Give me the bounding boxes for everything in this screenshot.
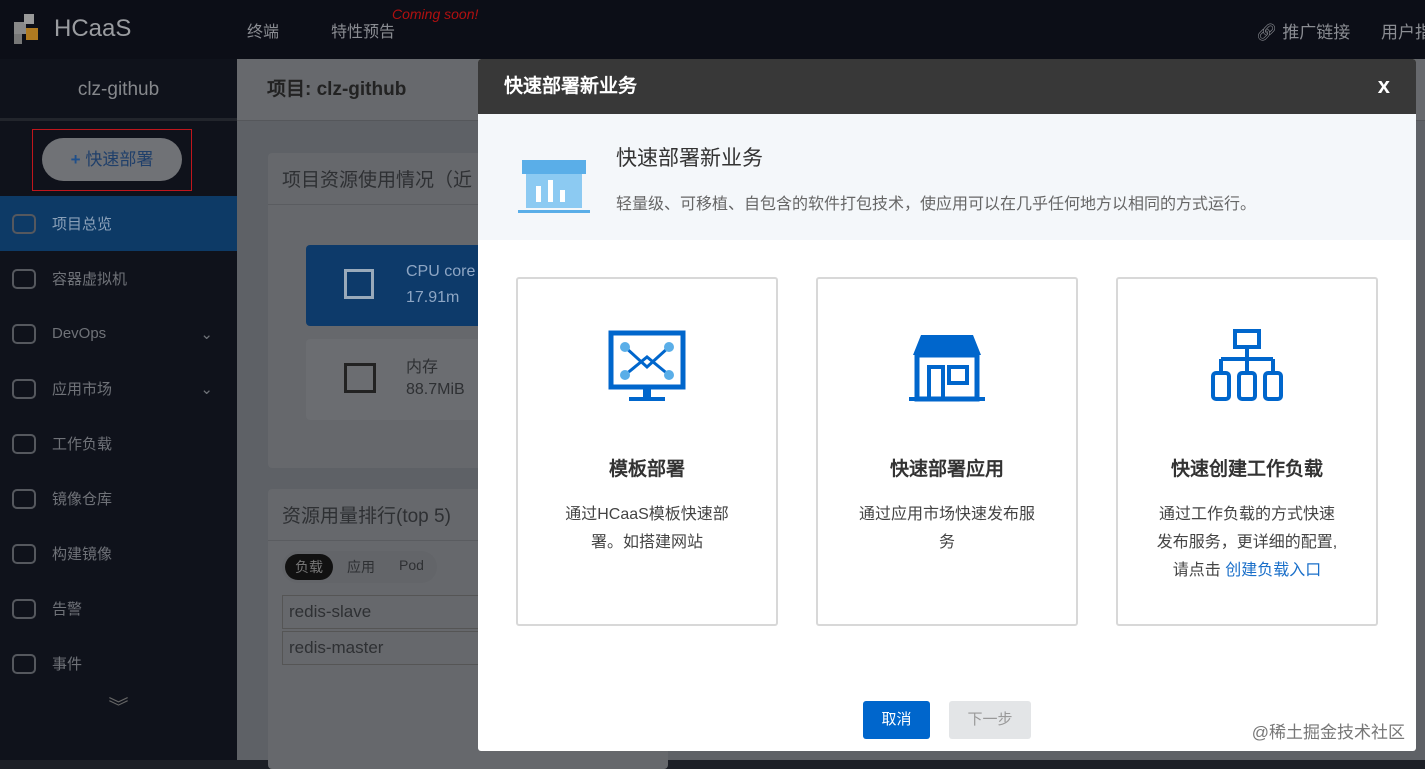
cube-icon [12, 378, 36, 399]
expand-more-icon[interactable]: ︾ [0, 691, 237, 720]
promo-link-label: 推广链接 [1282, 23, 1351, 42]
sidebar-item-events[interactable]: 事件 [0, 636, 237, 691]
sidebar-item-overview[interactable]: 项目总览 [0, 196, 237, 251]
option-description: 通过HCaaS模板快速部署。如搭建网站 [565, 506, 729, 551]
cloud-icon [12, 268, 36, 289]
sidebar-item-registry[interactable]: 镜像仓库 [0, 471, 237, 526]
sidebar-item-label: 工作负载 [52, 436, 113, 453]
promo-link[interactable]: 🔗︎ 推广链接 [1256, 18, 1350, 43]
cancel-button[interactable]: 取消 [863, 701, 930, 739]
cpu-value: 17.91m [406, 289, 460, 306]
sidebar-item-label: 容器虚拟机 [52, 271, 128, 288]
cube-icon [12, 323, 36, 344]
nav-feature-preview[interactable]: 特性预告 [331, 18, 395, 42]
ranking-tabs: 负载 应用 Pod [282, 551, 437, 583]
bolt-icon [12, 598, 36, 619]
template-monitor-icon [608, 330, 686, 401]
brand-name: HCaaS [54, 15, 132, 42]
sidebar-item-label: 构建镜像 [52, 546, 113, 563]
intro-description: 轻量级、可移植、自包含的软件打包技术，使应用可以在几乎任何地方以相同的方式运行。 [616, 196, 1257, 213]
quick-deploy-modal: 快速部署新业务 x 快速部署新业务 轻量级、可移植、自包含的软件打包技术，使应用… [478, 59, 1416, 751]
sidebar-item-label: 项目总览 [52, 216, 113, 233]
cpu-label: CPU core [406, 263, 476, 280]
list-icon [12, 653, 36, 674]
chevron-down-icon: ⌄ [200, 325, 213, 343]
option-title: 模板部署 [608, 459, 685, 480]
sidebar-item-build-image[interactable]: 构建镜像 [0, 526, 237, 581]
chevron-down-icon: ⌄ [200, 380, 213, 398]
logo-cubes-icon [14, 14, 38, 44]
tab-pod[interactable]: Pod [389, 554, 434, 580]
modal-title: 快速部署新业务 [478, 59, 1416, 114]
option-template-deploy[interactable]: 模板部署 通过HCaaS模板快速部署。如搭建网站 [516, 277, 778, 626]
hierarchy-icon [1211, 329, 1283, 401]
logo[interactable]: HCaaS [10, 12, 131, 46]
percent-icon [12, 543, 36, 564]
sidebar-item-label: 告警 [52, 601, 83, 618]
sidebar-item-alerts[interactable]: 告警 [0, 581, 237, 636]
intro-title: 快速部署新业务 [616, 147, 763, 170]
option-title: 快速创建工作负载 [1170, 459, 1323, 480]
user-guide-link[interactable]: 用户指 [1381, 18, 1425, 43]
modal-intro: 快速部署新业务 轻量级、可移植、自包含的软件打包技术，使应用可以在几乎任何地方以… [478, 114, 1416, 240]
option-description: 通过工作负载的方式快速发布服务，更详细的配置,请点击 创建负载入口 [1152, 501, 1342, 585]
memory-icon [344, 363, 376, 393]
tab-app[interactable]: 应用 [337, 554, 385, 580]
sidebar-item-vm[interactable]: 容器虚拟机 [0, 251, 237, 306]
quick-deploy-button[interactable]: + 快速部署 [42, 138, 182, 181]
sliders-icon [12, 433, 36, 454]
circles-icon [12, 488, 36, 509]
store-icon [518, 160, 590, 213]
option-title: 快速部署应用 [889, 459, 1004, 480]
dashboard-icon [12, 213, 36, 234]
sidebar-item-workload[interactable]: 工作负载 [0, 416, 237, 471]
top-bar: HCaaS 终端 特性预告 Coming soon! 🔗︎ 推广链接 用户指 [0, 0, 1425, 59]
quick-deploy-highlight: + 快速部署 [32, 129, 192, 191]
next-step-button[interactable]: 下一步 [949, 701, 1031, 739]
option-description: 通过应用市场快速发布服务 [858, 506, 1035, 551]
sidebar-item-app-market[interactable]: 应用市场 ⌄ [0, 361, 237, 416]
coming-soon-label: Coming soon! [392, 6, 479, 22]
memory-value: 88.7MiB [406, 381, 465, 398]
quick-deploy-label: 快速部署 [85, 150, 154, 169]
tab-workload[interactable]: 负载 [285, 554, 333, 580]
option-create-workload[interactable]: 快速创建工作负载 通过工作负载的方式快速发布服务，更详细的配置,请点击 创建负载… [1116, 277, 1378, 626]
nav-terminal[interactable]: 终端 [247, 18, 279, 42]
create-workload-link[interactable]: 创建负载入口 [1225, 562, 1321, 579]
project-name: clz-github [0, 59, 237, 121]
cpu-chip-icon [344, 269, 374, 299]
close-icon[interactable]: x [1378, 73, 1390, 99]
option-quick-deploy-app[interactable]: 快速部署应用 通过应用市场快速发布服务 [816, 277, 1078, 626]
sidebar-item-label: 镜像仓库 [52, 491, 113, 508]
storefront-icon [909, 335, 985, 402]
sidebar-item-label: DevOps [52, 325, 107, 342]
sidebar-item-devops[interactable]: DevOps ⌄ [0, 306, 237, 361]
link-icon: 🔗︎ [1256, 23, 1283, 42]
sidebar-item-label: 应用市场 [52, 381, 113, 398]
sidebar: clz-github + 快速部署 项目总览 容器虚拟机 DevOps ⌄ 应用市… [0, 59, 237, 760]
watermark: @稀土掘金技术社区 [1251, 723, 1405, 742]
sidebar-item-label: 事件 [52, 656, 83, 673]
memory-label: 内存 [406, 359, 439, 376]
